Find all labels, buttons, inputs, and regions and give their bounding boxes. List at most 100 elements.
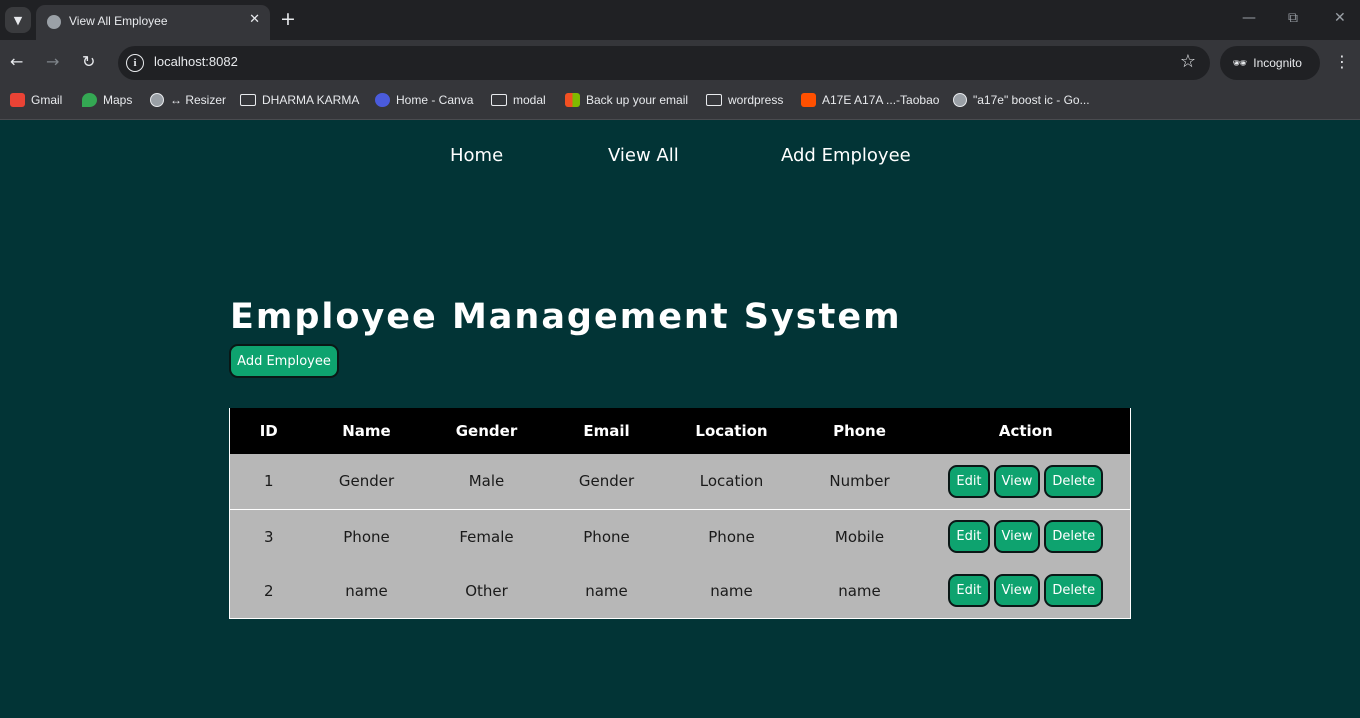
cell-location: name — [665, 564, 798, 618]
bookmark-taobao[interactable]: A17E A17A ...-Taobao — [801, 93, 939, 107]
table-row: 2 name Other name name name Edit View De… — [229, 564, 1131, 618]
cell-location: Phone — [665, 509, 798, 564]
globe-icon — [953, 93, 967, 107]
cell-email: name — [547, 564, 666, 618]
header-name: Name — [307, 408, 426, 454]
cell-phone: Mobile — [797, 509, 922, 564]
incognito-label: Incognito — [1253, 56, 1302, 70]
microsoft-icon — [565, 93, 580, 107]
cell-gender: Male — [425, 454, 548, 510]
restore-icon[interactable]: ⧉ — [1288, 10, 1298, 26]
tab-close-icon[interactable]: ✕ — [249, 12, 260, 27]
canva-icon — [375, 93, 390, 107]
bookmark-label: Back up your email — [586, 93, 689, 107]
url-text[interactable]: localhost:8082 — [154, 54, 238, 69]
view-button[interactable]: View — [993, 520, 1041, 554]
bookmark-modal[interactable]: modal — [491, 93, 546, 107]
edit-button[interactable]: Edit — [948, 464, 990, 498]
bookmarks-bar: Gmail Maps ↔ Resizer DHARMA KARMA Home -… — [0, 86, 1360, 120]
delete-button[interactable]: Delete — [1044, 520, 1104, 554]
cell-name: Phone — [307, 509, 426, 564]
bookmark-a17e-search[interactable]: "a17e" boost ic - Go... — [953, 93, 1090, 107]
tab-search-icon[interactable]: ▼ — [5, 7, 31, 33]
bookmark-label: A17E A17A ...-Taobao — [822, 93, 940, 107]
folder-icon — [706, 94, 722, 106]
incognito-badge[interactable]: 🕶 Incognito — [1220, 46, 1320, 80]
employee-table: ID Name Gender Email Location Phone Acti… — [229, 408, 1131, 619]
view-button[interactable]: View — [993, 574, 1041, 608]
bookmark-star-icon[interactable]: ☆ — [1180, 51, 1196, 72]
cell-actions: Edit View Delete — [921, 509, 1131, 564]
tab-favicon-icon — [47, 15, 61, 29]
bookmark-label: Home - Canva — [396, 93, 474, 107]
browser-toolbar: ← → ↻ i localhost:8082 ☆ 🕶 Incognito ⋮ — [0, 40, 1360, 86]
cell-phone: name — [797, 564, 922, 618]
folder-icon — [491, 94, 507, 106]
bookmark-canva[interactable]: Home - Canva — [375, 93, 473, 107]
bookmark-label: "a17e" boost ic - Go... — [973, 93, 1090, 107]
browser-tab[interactable]: View All Employee ✕ — [36, 5, 270, 40]
bookmark-gmail[interactable]: Gmail — [10, 93, 62, 107]
edit-button[interactable]: Edit — [948, 520, 990, 554]
bookmark-label: ↔ Resizer — [170, 93, 227, 107]
cell-email: Gender — [547, 454, 666, 510]
bookmark-label: modal — [513, 93, 546, 107]
bookmark-label: Maps — [103, 93, 133, 107]
header-location: Location — [665, 408, 798, 454]
header-gender: Gender — [425, 408, 548, 454]
cell-name: name — [307, 564, 426, 618]
table-row: 3 Phone Female Phone Phone Mobile Edit V… — [229, 509, 1131, 564]
new-tab-icon[interactable]: + — [280, 8, 296, 30]
reload-icon[interactable]: ↻ — [82, 52, 95, 72]
header-phone: Phone — [797, 408, 922, 454]
bookmark-dharma-karma[interactable]: DHARMA KARMA — [240, 93, 359, 107]
page-title: Employee Management System — [230, 297, 902, 337]
cell-gender: Other — [425, 564, 548, 618]
folder-icon — [240, 94, 256, 106]
site-info-icon[interactable]: i — [126, 54, 144, 72]
delete-button[interactable]: Delete — [1044, 464, 1104, 498]
window-close-icon[interactable]: ✕ — [1334, 10, 1346, 26]
gmail-icon — [10, 93, 25, 107]
cell-actions: Edit View Delete — [921, 454, 1131, 510]
view-button[interactable]: View — [993, 464, 1041, 498]
cell-actions: Edit View Delete — [921, 564, 1131, 618]
bookmark-backup-email[interactable]: Back up your email — [565, 93, 688, 107]
header-action: Action — [921, 408, 1131, 454]
cell-gender: Female — [425, 509, 548, 564]
header-email: Email — [547, 408, 666, 454]
forward-icon[interactable]: → — [46, 52, 59, 72]
maps-icon — [82, 93, 97, 107]
tab-title: View All Employee — [69, 14, 168, 28]
bookmark-maps[interactable]: Maps — [82, 93, 132, 107]
nav-view-all-link[interactable]: View All — [608, 145, 679, 166]
minimize-icon[interactable]: — — [1242, 10, 1256, 26]
bookmark-wordpress[interactable]: wordpress — [706, 93, 783, 107]
table-row: 1 Gender Male Gender Location Number Edi… — [229, 454, 1131, 510]
taobao-icon — [801, 93, 816, 107]
edit-button[interactable]: Edit — [948, 574, 990, 608]
cell-id: 1 — [229, 454, 308, 510]
nav-add-employee-link[interactable]: Add Employee — [781, 145, 911, 166]
cell-location: Location — [665, 454, 798, 510]
back-icon[interactable]: ← — [10, 52, 23, 72]
delete-button[interactable]: Delete — [1044, 574, 1104, 608]
bookmark-label: wordpress — [728, 93, 784, 107]
cell-name: Gender — [307, 454, 426, 510]
table-header-row: ID Name Gender Email Location Phone Acti… — [229, 408, 1131, 454]
incognito-icon: 🕶 — [1232, 56, 1248, 70]
add-employee-button[interactable]: Add Employee — [229, 344, 339, 378]
cell-email: Phone — [547, 509, 666, 564]
cell-id: 3 — [229, 509, 308, 564]
bookmark-resizer[interactable]: ↔ Resizer — [150, 93, 226, 107]
browser-tab-bar: ▼ View All Employee ✕ + — ⧉ ✕ — [0, 0, 1360, 40]
browser-menu-icon[interactable]: ⋮ — [1334, 52, 1350, 71]
nav-home-link[interactable]: Home — [450, 145, 503, 166]
address-bar[interactable]: i localhost:8082 ☆ — [118, 46, 1210, 80]
globe-icon — [150, 93, 164, 107]
header-id: ID — [229, 408, 308, 454]
bookmark-label: Gmail — [31, 93, 63, 107]
bookmark-label: DHARMA KARMA — [262, 93, 360, 107]
cell-phone: Number — [797, 454, 922, 510]
cell-id: 2 — [229, 564, 308, 618]
